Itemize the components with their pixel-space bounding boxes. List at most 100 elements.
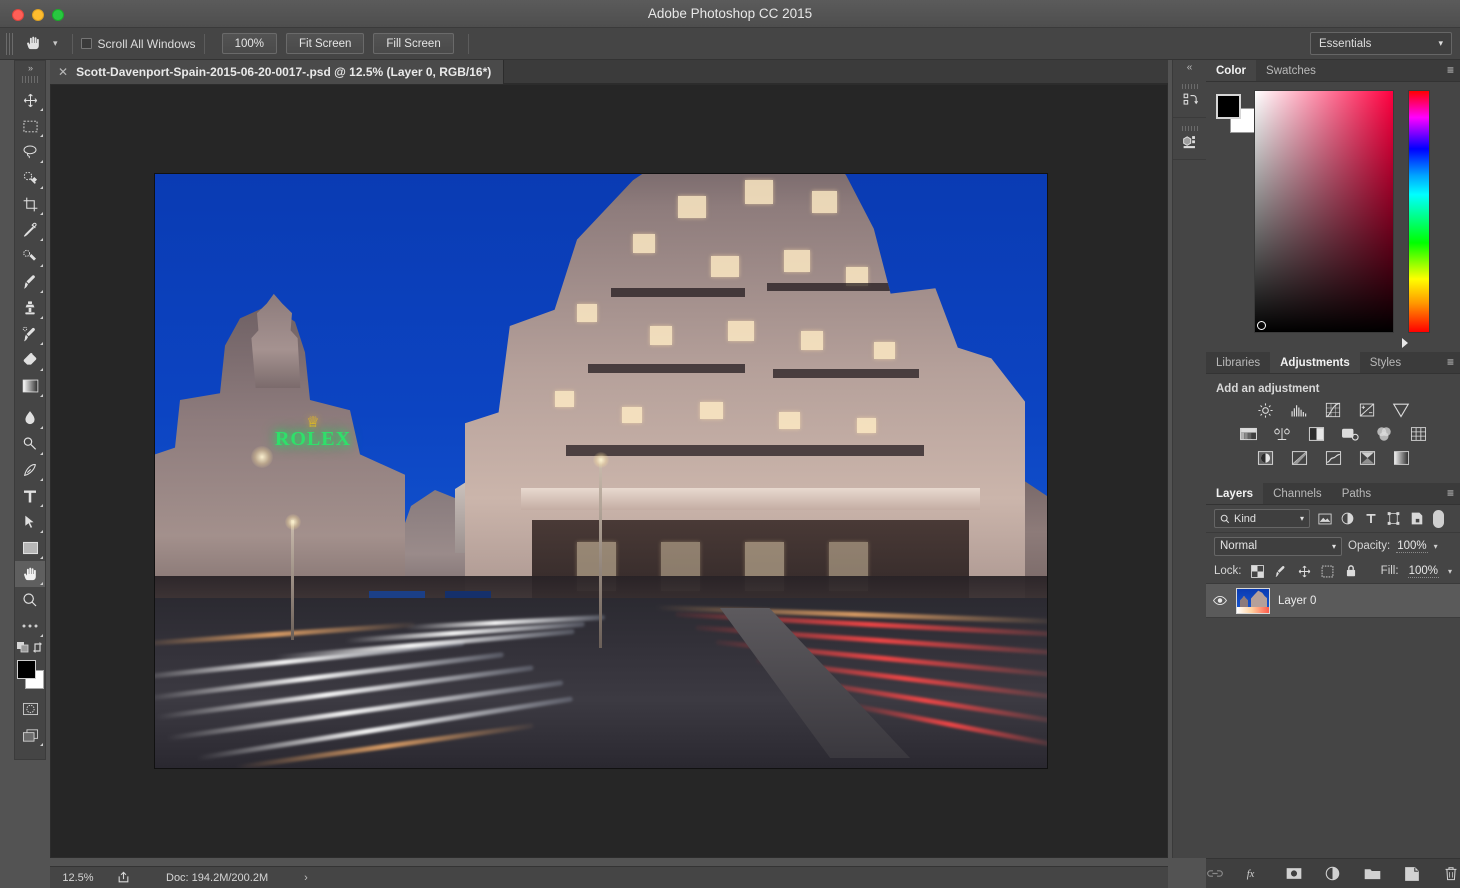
filter-shape-icon[interactable] (1385, 510, 1402, 527)
color-panel-swatches[interactable] (1216, 94, 1256, 134)
collapse-panels-button[interactable]: « (1173, 60, 1206, 76)
canvas-area[interactable]: ♕ ROLEX (50, 84, 1168, 858)
pen-tool[interactable] (15, 457, 45, 483)
rectangle-tool[interactable] (15, 535, 45, 561)
fill-chevron-down-icon[interactable]: ▾ (1448, 567, 1452, 576)
type-tool[interactable] (15, 483, 45, 509)
filter-kind-select[interactable]: Kind ▾ (1214, 509, 1310, 528)
clone-stamp-tool[interactable] (15, 295, 45, 321)
zoom-tool[interactable] (15, 587, 45, 613)
add-layer-mask-icon[interactable] (1285, 865, 1302, 883)
share-icon[interactable] (106, 871, 140, 884)
blend-mode-select[interactable]: Normal ▾ (1214, 536, 1342, 556)
new-adjustment-layer-icon[interactable] (1324, 865, 1341, 883)
crop-tool[interactable] (15, 191, 45, 217)
layer-name[interactable]: Layer 0 (1278, 595, 1316, 607)
hue-slider[interactable] (1408, 90, 1430, 333)
levels-icon[interactable] (1289, 401, 1309, 419)
hue-saturation-icon[interactable] (1238, 425, 1258, 443)
checkbox-box[interactable] (80, 38, 92, 49)
lock-image-pixels-icon[interactable] (1274, 564, 1288, 579)
lock-all-icon[interactable] (1343, 564, 1357, 579)
hand-tool[interactable] (15, 561, 45, 587)
gradient-tool[interactable] (15, 373, 45, 399)
curves-icon[interactable] (1323, 401, 1343, 419)
close-icon[interactable]: ✕ (58, 65, 68, 79)
toolbar-expand-button[interactable]: » (15, 61, 45, 75)
dodge-tool[interactable] (15, 431, 45, 457)
panel-menu-icon[interactable]: ≡ (1447, 487, 1454, 499)
layer-style-fx-icon[interactable]: fx (1245, 865, 1262, 883)
layer-thumbnail[interactable] (1236, 587, 1270, 614)
filter-type-icon[interactable] (1362, 510, 1379, 527)
new-group-icon[interactable] (1364, 865, 1381, 883)
new-layer-icon[interactable] (1403, 865, 1420, 883)
layer-list[interactable]: Layer 0 (1206, 583, 1460, 819)
posterize-icon[interactable] (1289, 449, 1309, 467)
opacity-value[interactable]: 100% (1396, 540, 1428, 553)
vibrance-icon[interactable] (1391, 401, 1411, 419)
foreground-color-swatch[interactable] (17, 660, 36, 679)
status-chevron-icon[interactable]: › (268, 872, 308, 884)
lock-artboard-icon[interactable] (1320, 564, 1334, 579)
options-bar-grip[interactable] (6, 32, 13, 55)
photo-filter-icon[interactable] (1340, 425, 1360, 443)
filter-smart-object-icon[interactable] (1408, 510, 1425, 527)
quick-mask-button[interactable] (15, 696, 45, 722)
color-swatches[interactable] (15, 658, 45, 696)
lock-position-icon[interactable] (1297, 564, 1311, 579)
channel-mixer-icon[interactable] (1374, 425, 1394, 443)
tab-layers[interactable]: Layers (1206, 483, 1264, 504)
workspace-selector[interactable]: Essentials ▾ (1310, 32, 1452, 55)
invert-icon[interactable] (1255, 449, 1275, 467)
rectangular-marquee-tool[interactable] (15, 113, 45, 139)
zoom-level[interactable]: 12.5% (50, 872, 106, 884)
tab-adjustments[interactable]: Adjustments (1270, 352, 1360, 373)
filter-toggle-switch[interactable] (1433, 509, 1444, 528)
foreground-color-swatch[interactable] (1216, 94, 1241, 119)
color-lookup-icon[interactable] (1408, 425, 1428, 443)
tab-channels[interactable]: Channels (1263, 483, 1332, 504)
lasso-tool[interactable] (15, 139, 45, 165)
zoom-100-button[interactable]: 100% (221, 33, 277, 54)
threshold-icon[interactable] (1323, 449, 1343, 467)
eraser-tool[interactable] (15, 347, 45, 373)
lock-transparent-pixels-icon[interactable] (1251, 564, 1265, 579)
toolbar-grip[interactable] (22, 76, 38, 83)
spot-healing-brush-tool[interactable] (15, 243, 45, 269)
gradient-map-icon[interactable] (1391, 449, 1411, 467)
tab-swatches[interactable]: Swatches (1256, 60, 1326, 81)
delete-layer-icon[interactable] (1443, 865, 1460, 883)
brightness-contrast-icon[interactable] (1255, 401, 1275, 419)
table-row[interactable]: Layer 0 (1206, 584, 1460, 618)
fill-value[interactable]: 100% (1407, 565, 1439, 578)
fit-screen-button[interactable]: Fit Screen (285, 33, 365, 54)
filter-adjustment-icon[interactable] (1339, 510, 1356, 527)
layer-visibility-eye-icon[interactable] (1212, 595, 1228, 606)
color-balance-icon[interactable] (1272, 425, 1292, 443)
tool-preset-chevron-down-icon[interactable]: ▾ (47, 38, 64, 49)
link-layers-icon[interactable] (1206, 865, 1223, 883)
move-tool[interactable] (15, 87, 45, 113)
panel-menu-icon[interactable]: ≡ (1447, 356, 1454, 368)
document-tab[interactable]: ✕ Scott-Davenport-Spain-2015-06-20-0017-… (50, 60, 505, 84)
quick-selection-tool[interactable] (15, 165, 45, 191)
more-tools-button[interactable] (15, 613, 45, 639)
fill-screen-button[interactable]: Fill Screen (373, 33, 454, 54)
eyedropper-tool[interactable] (15, 217, 45, 243)
black-white-icon[interactable] (1306, 425, 1326, 443)
history-panel-icon[interactable] (1173, 76, 1207, 118)
filter-pixel-icon[interactable] (1316, 510, 1333, 527)
path-selection-tool[interactable] (15, 509, 45, 535)
tab-libraries[interactable]: Libraries (1206, 352, 1270, 373)
history-brush-tool[interactable] (15, 321, 45, 347)
tab-color[interactable]: Color (1206, 60, 1257, 81)
tab-styles[interactable]: Styles (1360, 352, 1411, 373)
scroll-all-windows-checkbox[interactable]: Scroll All Windows (80, 37, 196, 51)
screen-mode-button[interactable] (15, 722, 45, 748)
color-field[interactable] (1254, 90, 1394, 333)
brush-tool[interactable] (15, 269, 45, 295)
document-image[interactable]: ♕ ROLEX (155, 174, 1047, 768)
tab-paths[interactable]: Paths (1332, 483, 1381, 504)
opacity-chevron-down-icon[interactable]: ▾ (1434, 542, 1438, 551)
